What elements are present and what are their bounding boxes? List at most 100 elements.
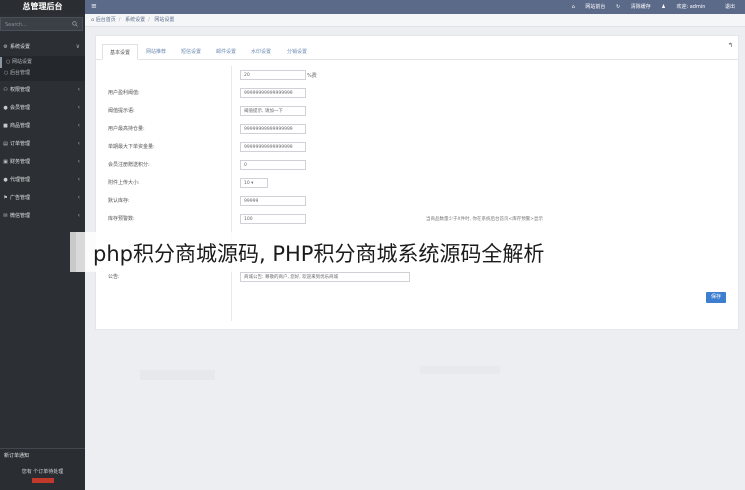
sidebar-item-label: 会员管理 — [10, 105, 31, 111]
notice-input[interactable]: 商城公告: 尊敬的商户, 您好, 欢迎来到优乐商城 — [240, 272, 410, 282]
top-links: ⌂ 网站前台 ↻ 清除缓存 ♟ 欢迎: admin 退出 — [563, 0, 735, 14]
field-label: 阈值提示语: — [108, 108, 135, 114]
banner-accent — [70, 232, 76, 272]
sidebar-item-label: 商品管理 — [10, 123, 31, 129]
sidebar-item-agents[interactable]: ● 代理管理 ‹ — [0, 171, 85, 189]
chevron-left-icon: ‹ — [77, 212, 80, 219]
form-row: 公告: 商城公告: 尊敬的商户, 您好, 欢迎来到优乐商城 — [104, 270, 734, 288]
circle-icon: ○ — [4, 70, 9, 76]
tab-sms[interactable]: 短信设置 — [174, 44, 208, 60]
max-position-input[interactable]: 99999999999999999 — [240, 124, 306, 134]
flag-icon: ⚑ — [3, 195, 8, 201]
sidebar-item-members[interactable]: ● 会员管理 ‹ — [0, 99, 85, 117]
sidebar-item-system[interactable]: ⚙ 系统设置 ∨ — [0, 38, 85, 56]
sidebar-item-label: 订单管理 — [10, 141, 31, 147]
form-row: 库存预警数: 100 当商品数量少于X件时, 你在系统后台首页<库存预警>显示 — [104, 212, 734, 230]
blurred-text — [140, 370, 215, 380]
user-menu-label: 欢迎: admin — [676, 4, 706, 10]
user-icon: ● — [3, 105, 8, 111]
max-order-input[interactable]: 99999999999999999 — [240, 142, 306, 152]
form-row: 附件上传大小: 10 ▾ — [104, 176, 734, 194]
settings-card: 基本设置 网站推荐 短信设置 邮件设置 水印设置 分销设置 ↰ 20 %费 用户… — [95, 35, 739, 330]
home-link[interactable]: ⌂ 网站前台 — [572, 4, 606, 10]
rate-input[interactable]: 20 — [240, 70, 306, 80]
default-stock-input[interactable]: 99999 — [240, 196, 306, 206]
gear-icon: ⚙ — [3, 44, 8, 50]
field-label: 单期最大下单资金量: — [108, 144, 155, 150]
tab-basic[interactable]: 基本设置 — [102, 44, 139, 60]
back-icon[interactable]: ↰ — [728, 42, 733, 49]
form-row: 单期最大下单资金量: 99999999999999999 — [104, 140, 734, 158]
sidebar-item-label: 权限管理 — [10, 87, 31, 93]
sidebar-item-ads[interactable]: ⚑ 广告管理 ‹ — [0, 189, 85, 207]
breadcrumb-item[interactable]: 网站设置 — [154, 17, 174, 23]
home-link-label: 网站前台 — [585, 4, 606, 10]
chat-icon: ✉ — [3, 213, 8, 219]
list-icon: ▤ — [3, 141, 8, 147]
form-row: 用户最高持仓量: 99999999999999999 — [104, 122, 734, 140]
brand-title: 总管理后台 — [0, 0, 85, 14]
breadcrumb-item[interactable]: 系统设置 — [125, 17, 145, 23]
tab-recommend[interactable]: 网站推荐 — [139, 44, 173, 60]
field-label: 用户最高持仓量: — [108, 126, 145, 132]
sidebar-item-products[interactable]: ■ 商品管理 ‹ — [0, 117, 85, 135]
sidebar-subitem-label: 网站设置 — [12, 59, 33, 65]
clear-cache-link[interactable]: ↻ 清除缓存 — [616, 4, 651, 10]
field-unit: %费 — [307, 73, 317, 79]
field-label: 会员注册赠送积分: — [108, 162, 150, 168]
breadcrumb: ⌂ 后台首页 / 系统设置 / 网站设置 — [85, 14, 745, 27]
notice-label: 公告: — [108, 274, 120, 280]
search-input[interactable]: Search... — [0, 17, 83, 31]
chevron-left-icon: ‹ — [77, 122, 80, 129]
threshold-tip-input[interactable]: 阈值提示, 请加一下 — [240, 106, 306, 116]
notice-title: 新订单通知 — [4, 453, 30, 459]
sidebar-subitem-site[interactable]: ○ 网站设置 — [0, 57, 85, 68]
overlay-title: php积分商城源码, PHP积分商城系统源码全解析 — [93, 242, 545, 266]
sidebar-item-label: 系统设置 — [10, 44, 31, 50]
stock-warning-input[interactable]: 100 — [240, 214, 306, 224]
tab-distribution[interactable]: 分销设置 — [280, 44, 314, 60]
chevron-down-icon: ▾ — [251, 181, 254, 186]
logout-link[interactable]: 退出 — [716, 4, 735, 10]
sidebar-item-label: 代理管理 — [10, 177, 31, 183]
form-row: 阈值提示语: 阈值提示, 请加一下 — [104, 104, 734, 122]
sidebar-subitem-label: 后台管理 — [10, 70, 31, 76]
chevron-left-icon: ‹ — [77, 194, 80, 201]
field-label: 附件上传大小: — [108, 180, 140, 186]
profit-threshold-input[interactable]: 99999999999999999 — [240, 88, 306, 98]
upload-size-value: 10 — [244, 181, 250, 186]
register-points-input[interactable]: 0 — [240, 160, 306, 170]
breadcrumb-separator: / — [118, 17, 121, 23]
sidebar-submenu: ○ 网站设置 ○ 后台管理 — [0, 56, 85, 81]
user-menu[interactable]: ♟ 欢迎: admin — [661, 4, 705, 10]
chevron-left-icon: ‹ — [77, 86, 80, 93]
sidebar-item-label: 微信管理 — [10, 213, 31, 219]
users-icon: ⚇ — [3, 87, 8, 93]
top-bar: ≡ ⌂ 网站前台 ↻ 清除缓存 ♟ 欢迎: admin 退出 — [85, 0, 745, 14]
save-button[interactable]: 保存 — [706, 292, 726, 303]
chevron-left-icon: ‹ — [77, 140, 80, 147]
upload-size-select[interactable]: 10 ▾ — [240, 178, 268, 188]
tab-watermark[interactable]: 水印设置 — [244, 44, 278, 60]
sidebar-item-wechat[interactable]: ✉ 微信管理 ‹ — [0, 207, 85, 225]
sidebar-item-label: 广告管理 — [10, 195, 31, 201]
user-icon: ● — [3, 177, 8, 183]
clear-cache-label: 清除缓存 — [630, 4, 651, 10]
sidebar-subitem-admin[interactable]: ○ 后台管理 — [0, 68, 85, 79]
home-icon: ⌂ — [91, 17, 95, 23]
form-row: 20 %费 — [104, 68, 734, 86]
sidebar-item-finance[interactable]: ▣ 财务管理 ‹ — [0, 153, 85, 171]
breadcrumb-item[interactable]: 后台首页 — [96, 17, 116, 23]
sidebar-item-orders[interactable]: ▤ 订单管理 ‹ — [0, 135, 85, 153]
field-label: 库存预警数: — [108, 216, 135, 222]
chevron-down-icon: ∨ — [75, 43, 80, 50]
sidebar-item-permission[interactable]: ⚇ 权限管理 ‹ — [0, 81, 85, 99]
form-row: 用户盈利阈值: 99999999999999999 — [104, 86, 734, 104]
sidebar-item-label: 财务管理 — [10, 159, 31, 165]
menu-toggle-icon[interactable]: ≡ — [91, 2, 97, 10]
form-row: 会员注册赠送积分: 0 — [104, 158, 734, 176]
search-icon[interactable] — [72, 21, 78, 27]
order-notice: 新订单通知 您有 个订单待处理 — [0, 448, 85, 490]
tab-email[interactable]: 邮件设置 — [209, 44, 243, 60]
notice-badge[interactable] — [31, 478, 54, 483]
